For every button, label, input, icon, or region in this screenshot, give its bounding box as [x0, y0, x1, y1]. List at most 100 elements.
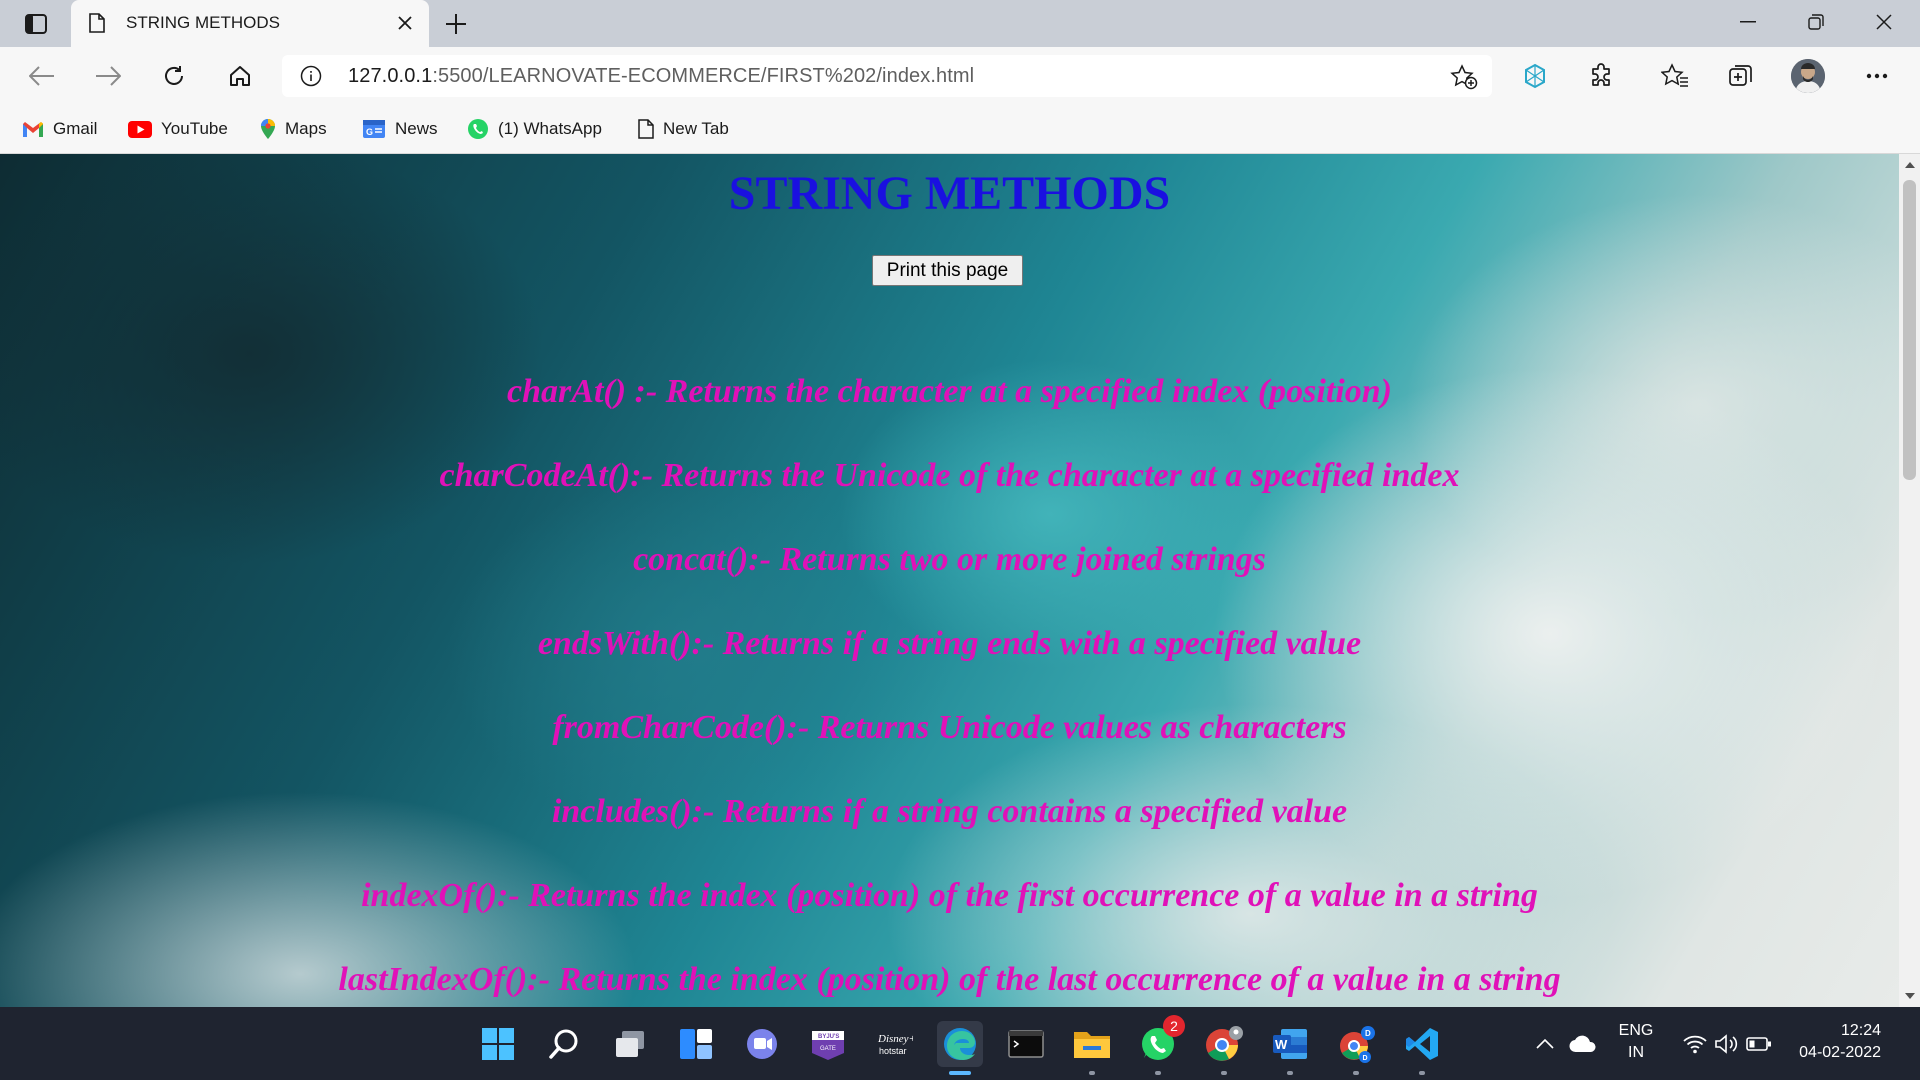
extensions-puzzle-icon[interactable] [1583, 58, 1619, 94]
more-menu-icon[interactable] [1859, 58, 1895, 94]
bookmark-label: Gmail [53, 119, 98, 138]
svg-text:D: D [1363, 1055, 1368, 1062]
svg-text:W: W [1275, 1037, 1288, 1052]
svg-text:Disney+: Disney+ [877, 1033, 913, 1045]
bookmark-label: New Tab [663, 119, 729, 138]
taskbar-app-hotstar[interactable]: Disney+ hotstar [871, 1021, 917, 1067]
widgets-button[interactable] [673, 1021, 719, 1067]
taskbar-app-whatsapp[interactable]: 2 [1135, 1015, 1185, 1075]
taskbar-app-edge[interactable] [937, 1021, 983, 1075]
list-item: charAt() :- Returns the character at a s… [507, 373, 1392, 410]
page-title: STRING METHODS [728, 167, 1171, 220]
taskbar-app-word[interactable]: W [1267, 1021, 1313, 1075]
back-button[interactable] [24, 58, 60, 94]
bookmark-whatsapp[interactable]: (1) WhatsApp [467, 115, 602, 143]
vertical-scrollbar[interactable] [1899, 154, 1920, 1007]
print-button[interactable]: Print this page [872, 255, 1023, 286]
extension-icon[interactable] [1517, 58, 1553, 94]
battery-icon [1746, 1037, 1771, 1051]
tab-bar: STRING METHODS [0, 0, 1920, 47]
folder-icon [1074, 1032, 1110, 1058]
list-item: includes():- Returns if a string contain… [551, 793, 1348, 830]
page-icon [89, 13, 105, 38]
page-icon [638, 119, 654, 139]
running-indicator [1155, 1071, 1161, 1075]
restore-button[interactable] [1782, 0, 1850, 44]
bookmark-label: (1) WhatsApp [498, 119, 602, 138]
bookmark-youtube[interactable]: YouTube [128, 115, 228, 143]
url-text[interactable]: 127.0.0.1:5500/LEARNOVATE-ECOMMERCE/FIRS… [348, 65, 974, 88]
bookmarks-bar: Gmail YouTube Maps G News (1) WhatsApp N… [0, 105, 1920, 154]
taskbar: BYJU'S GATE Disney+ hotstar 2 W DD ENG I… [0, 1007, 1920, 1080]
bookmark-new-tab[interactable]: New Tab [638, 115, 729, 143]
taskbar-app-file-explorer[interactable] [1069, 1021, 1115, 1075]
search-icon [549, 1029, 578, 1059]
favorites-icon[interactable] [1657, 58, 1693, 94]
tab-title: STRING METHODS [126, 13, 280, 32]
input-language[interactable]: ENG IN [1608, 1022, 1664, 1062]
new-tab-button[interactable] [440, 8, 472, 40]
running-indicator [1089, 1071, 1095, 1075]
collections-icon[interactable] [1723, 58, 1759, 94]
taskbar-app-byjus[interactable]: BYJU'S GATE [805, 1021, 851, 1067]
quick-settings-button[interactable] [1672, 1021, 1782, 1067]
running-indicator [1353, 1071, 1359, 1075]
toolbar: 127.0.0.1:5500/LEARNOVATE-ECOMMERCE/FIRS… [0, 47, 1920, 105]
clock[interactable]: 12:24 04-02-2022 [1786, 1022, 1898, 1062]
tab-close-icon[interactable] [391, 9, 419, 37]
wifi-icon [1683, 1035, 1707, 1054]
svg-text:hotstar: hotstar [879, 1046, 907, 1056]
scroll-thumb[interactable] [1903, 180, 1916, 480]
clock-date: 04-02-2022 [1799, 1044, 1881, 1061]
taskbar-app-chrome[interactable] [1201, 1021, 1247, 1075]
bookmark-label: YouTube [161, 119, 228, 138]
show-hidden-icons-button[interactable] [1525, 1021, 1565, 1067]
byjus-gate-icon: BYJU'S GATE [812, 1031, 844, 1060]
running-indicator [1221, 1071, 1227, 1075]
start-button[interactable] [475, 1021, 521, 1067]
bookmark-news[interactable]: G News [362, 115, 438, 143]
refresh-button[interactable] [156, 58, 192, 94]
tab-actions-icon[interactable] [14, 8, 58, 40]
profile-avatar[interactable] [1791, 59, 1825, 93]
add-favorite-icon[interactable] [1450, 64, 1478, 95]
list-item: concat():- Returns two or more joined st… [633, 541, 1266, 578]
address-bar[interactable]: 127.0.0.1:5500/LEARNOVATE-ECOMMERCE/FIRS… [282, 55, 1492, 97]
taskbar-app-vscode[interactable] [1399, 1021, 1445, 1075]
running-indicator [1419, 1071, 1425, 1075]
browser-tab[interactable]: STRING METHODS [71, 0, 429, 47]
language-code: ENG [1618, 1022, 1654, 1039]
region-code: IN [1628, 1044, 1644, 1061]
whatsapp-icon [468, 119, 488, 139]
chevron-up-icon [1536, 1039, 1554, 1049]
clock-time: 12:24 [1840, 1022, 1881, 1039]
bookmark-gmail[interactable]: Gmail [22, 115, 97, 143]
edge-icon [944, 1028, 976, 1060]
chat-button[interactable] [739, 1021, 785, 1067]
task-view-icon [616, 1031, 644, 1057]
hotstar-icon: Disney+hotstar [877, 1033, 913, 1056]
svg-text:GATE: GATE [820, 1046, 836, 1052]
methods-list: charAt() :- Returns the character at a s… [0, 350, 1899, 1007]
taskbar-app-terminal[interactable] [1003, 1021, 1049, 1067]
scroll-down-icon[interactable] [1903, 989, 1916, 1003]
page-viewport: STRING METHODS Print this page charAt() … [0, 154, 1899, 1007]
teams-chat-icon [747, 1029, 777, 1059]
close-window-button[interactable] [1850, 0, 1918, 44]
home-button[interactable] [222, 58, 258, 94]
notification-badge: 2 [1163, 1015, 1185, 1037]
terminal-icon [1008, 1030, 1044, 1058]
running-indicator [1287, 1071, 1293, 1075]
taskbar-app-chrome-profile[interactable]: DD [1333, 1021, 1379, 1075]
chrome-profile-icon: DD [1340, 1026, 1375, 1063]
search-button[interactable] [541, 1021, 587, 1067]
list-item: charCodeAt():- Returns the Unicode of th… [439, 457, 1460, 494]
minimize-button[interactable] [1714, 0, 1782, 44]
bookmark-maps[interactable]: Maps [260, 115, 327, 143]
scroll-up-icon[interactable] [1903, 158, 1916, 172]
info-icon[interactable] [300, 65, 322, 92]
forward-button[interactable] [90, 58, 126, 94]
onedrive-button[interactable] [1563, 1021, 1603, 1067]
task-view-button[interactable] [607, 1021, 653, 1067]
windows-icon [482, 1028, 514, 1060]
